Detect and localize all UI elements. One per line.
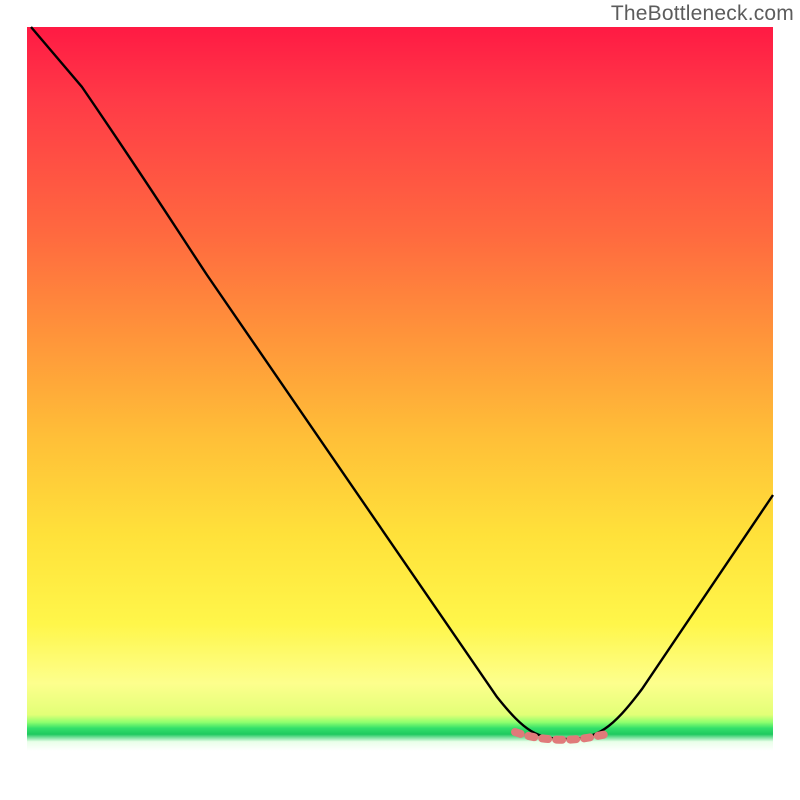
chart-stage: TheBottleneck.com (0, 0, 800, 800)
plot-frame (27, 27, 773, 773)
watermark-text: TheBottleneck.com (611, 2, 794, 26)
